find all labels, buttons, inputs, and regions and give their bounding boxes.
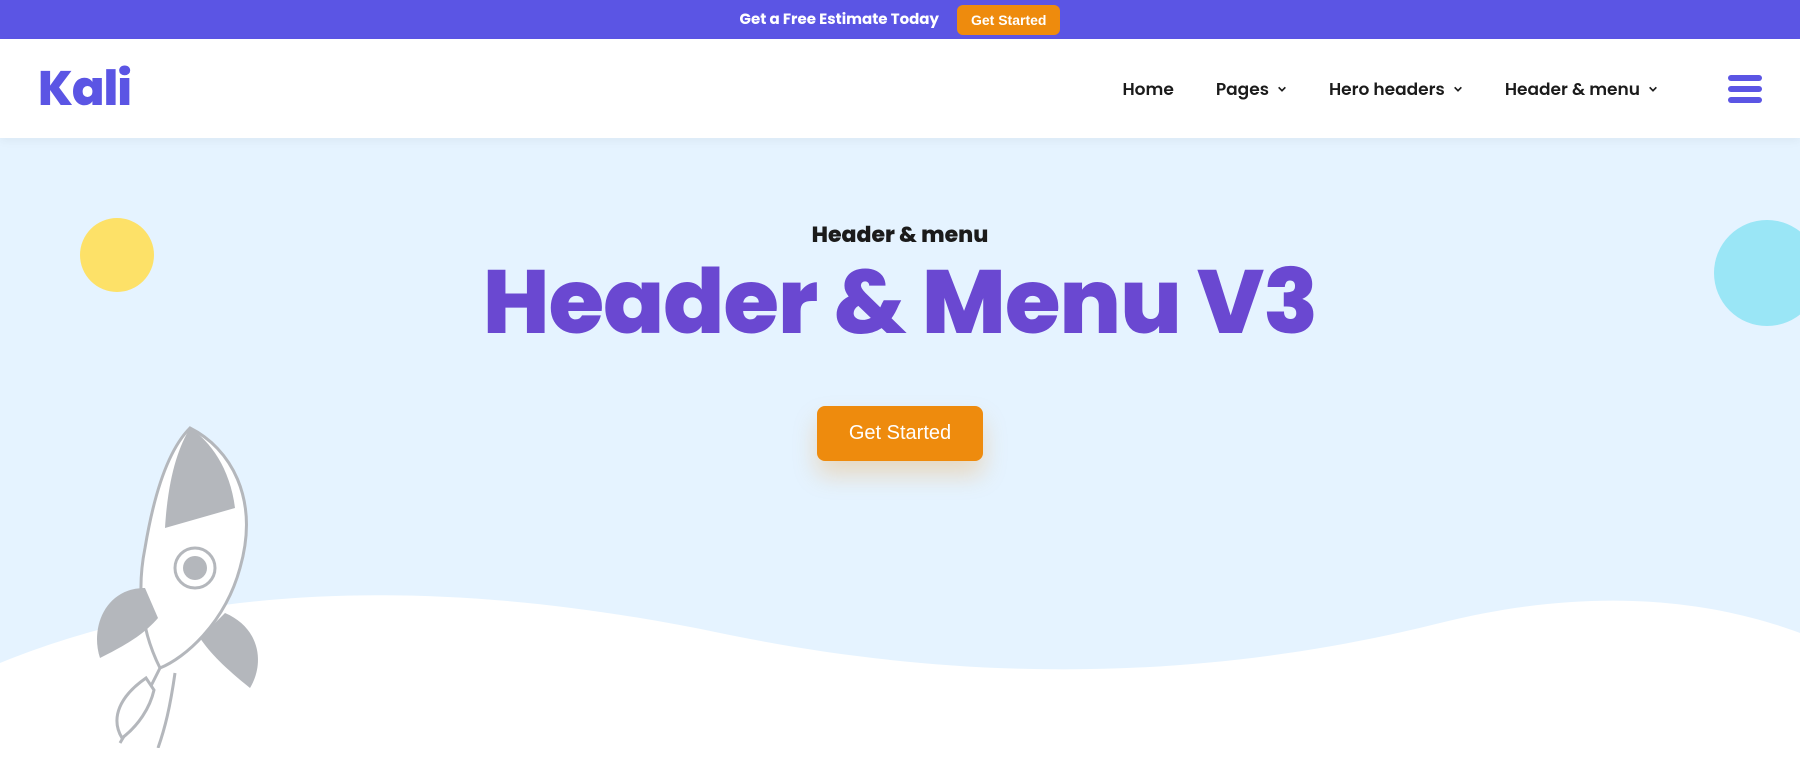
nav-item-pages[interactable]: Pages bbox=[1216, 76, 1287, 102]
chevron-down-icon bbox=[1648, 84, 1658, 94]
nav-item-label: Pages bbox=[1216, 76, 1269, 102]
hamburger-menu-button[interactable] bbox=[1728, 75, 1762, 103]
nav-right: Home Pages Hero headers Header & menu bbox=[1122, 75, 1762, 103]
hamburger-bar-icon bbox=[1728, 75, 1762, 81]
promo-text: Get a Free Estimate Today bbox=[740, 8, 939, 31]
hamburger-bar-icon bbox=[1728, 97, 1762, 103]
nav-links: Home Pages Hero headers Header & menu bbox=[1122, 76, 1658, 102]
brand-name: Kali bbox=[38, 55, 131, 122]
nav-item-home[interactable]: Home bbox=[1122, 76, 1173, 102]
nav-item-header-menu[interactable]: Header & menu bbox=[1505, 76, 1658, 102]
nav-item-label: Hero headers bbox=[1329, 76, 1445, 102]
promo-get-started-button[interactable]: Get Started bbox=[957, 5, 1060, 35]
chevron-down-icon bbox=[1277, 84, 1287, 94]
chevron-down-icon bbox=[1453, 84, 1463, 94]
promo-bar: Get a Free Estimate Today Get Started bbox=[0, 0, 1800, 39]
nav-item-label: Header & menu bbox=[1505, 76, 1640, 102]
nav-item-hero-headers[interactable]: Hero headers bbox=[1329, 76, 1463, 102]
hero-get-started-button[interactable]: Get Started bbox=[817, 406, 983, 461]
nav-item-label: Home bbox=[1122, 76, 1173, 102]
brand-logo[interactable]: Kali bbox=[38, 53, 131, 125]
hero-content: Header & menu Header & Menu V3 Get Start… bbox=[0, 138, 1800, 461]
hamburger-bar-icon bbox=[1728, 86, 1762, 92]
hero-cta-wrap: Get Started bbox=[0, 406, 1800, 461]
hero-section: Header & menu Header & Menu V3 Get Start… bbox=[0, 138, 1800, 773]
navbar: Kali Home Pages Hero headers Header & me… bbox=[0, 39, 1800, 138]
hero-title: Header & Menu V3 bbox=[0, 255, 1800, 350]
